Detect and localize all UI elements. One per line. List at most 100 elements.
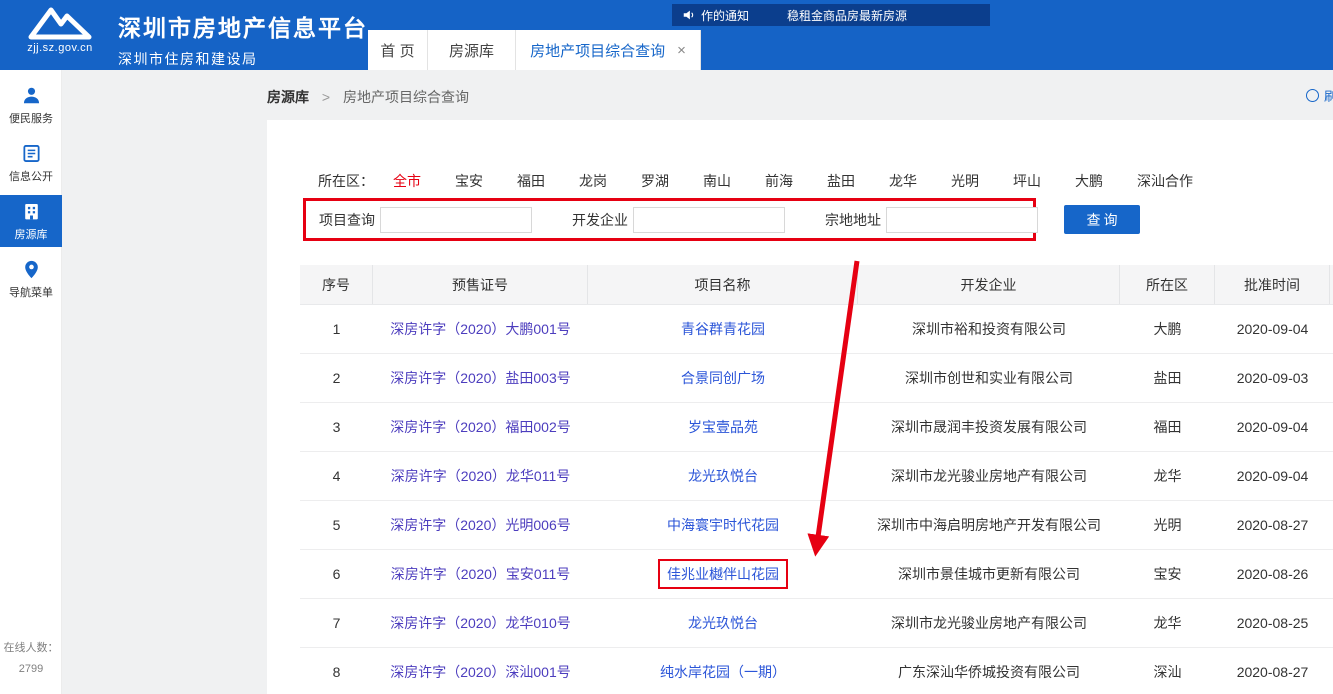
notice-text: 作的通知 xyxy=(701,7,749,24)
logo-mountain-icon xyxy=(25,5,95,41)
district-option[interactable]: 福田 xyxy=(517,171,545,191)
tab-label: 房源库 xyxy=(449,40,494,61)
cell-cert: 深房许字（2020）盐田003号 xyxy=(373,368,588,388)
tab-close-icon[interactable]: × xyxy=(677,43,686,58)
district-option[interactable]: 坪山 xyxy=(1013,171,1041,191)
presale-cert-link[interactable]: 深房许字（2020）福田002号 xyxy=(390,417,571,437)
presale-cert-link[interactable]: 深房许字（2020）宝安011号 xyxy=(391,564,570,584)
district-option[interactable]: 深汕合作 xyxy=(1137,171,1193,191)
cell-date: 2020-08-27 xyxy=(1215,664,1330,680)
cell-index: 2 xyxy=(300,370,373,386)
online-count: 2799 xyxy=(0,659,62,680)
cell-district: 宝安 xyxy=(1120,564,1215,584)
sidebar-item-label: 信息公开 xyxy=(9,168,53,184)
logo-domain: zjj.sz.gov.cn xyxy=(12,42,108,54)
search-input-1[interactable] xyxy=(633,207,785,233)
table-row: 6深房许字（2020）宝安011号佳兆业樾伴山花园深圳市景佳城市更新有限公司宝安… xyxy=(300,550,1333,599)
cell-cert: 深房许字（2020）大鹏001号 xyxy=(373,319,588,339)
cell-project: 龙光玖悦台 xyxy=(588,466,858,486)
project-name-link[interactable]: 龙光玖悦台 xyxy=(688,466,758,486)
district-option[interactable]: 全市 xyxy=(393,171,421,191)
column-header: 项目名称 xyxy=(588,265,858,304)
district-option[interactable]: 光明 xyxy=(951,171,979,191)
refresh-link[interactable]: 刷新 xyxy=(1306,86,1333,105)
app-subtitle: 深圳市住房和建设局 xyxy=(118,49,368,69)
speaker-icon xyxy=(682,8,696,22)
search-field-label: 开发企业 xyxy=(572,210,628,230)
search-field-group: 开发企业 xyxy=(572,207,785,233)
district-option[interactable]: 宝安 xyxy=(455,171,483,191)
project-name-link[interactable]: 岁宝壹品苑 xyxy=(688,417,758,437)
cell-developer: 深圳市景佳城市更新有限公司 xyxy=(858,564,1120,584)
cell-index: 7 xyxy=(300,615,373,631)
project-name-link[interactable]: 纯水岸花园（一期） xyxy=(660,662,786,682)
title-block: 深圳市房地产信息平台 深圳市住房和建设局 xyxy=(118,9,368,69)
search-input-0[interactable] xyxy=(380,207,532,233)
presale-cert-link[interactable]: 深房许字（2020）深汕001号 xyxy=(390,662,571,682)
cell-date: 2020-08-27 xyxy=(1215,517,1330,533)
cell-index: 5 xyxy=(300,517,373,533)
table-row: 7深房许字（2020）龙华010号龙光玖悦台深圳市龙光骏业房地产有限公司龙华20… xyxy=(300,599,1333,648)
sidebar-item-info-disclosure[interactable]: 信息公开 xyxy=(0,137,62,189)
district-option[interactable]: 龙岗 xyxy=(579,171,607,191)
cell-developer: 深圳市中海启明房地产开发有限公司 xyxy=(858,515,1120,535)
search-form: 项目查询开发企业宗地地址 xyxy=(303,198,1036,241)
tab-home[interactable]: 首 页 xyxy=(368,30,428,70)
project-name-link[interactable]: 佳兆业樾伴山花园 xyxy=(667,566,779,582)
presale-cert-link[interactable]: 深房许字（2020）光明006号 xyxy=(390,515,571,535)
presale-cert-link[interactable]: 深房许字（2020）大鹏001号 xyxy=(390,319,571,339)
project-name-link[interactable]: 中海寰宇时代花园 xyxy=(667,515,779,535)
annotation-highlight-box: 佳兆业樾伴山花园 xyxy=(658,559,788,589)
district-option[interactable]: 盐田 xyxy=(827,171,855,191)
project-name-link[interactable]: 龙光玖悦台 xyxy=(688,613,758,633)
cell-district: 龙华 xyxy=(1120,466,1215,486)
sidebar-item-nav-menu[interactable]: 导航菜单 xyxy=(0,253,62,305)
user-service-icon xyxy=(21,85,42,106)
search-input-2[interactable] xyxy=(886,207,1038,233)
tab-label: 房地产项目综合查询 xyxy=(530,40,665,61)
district-option[interactable]: 大鹏 xyxy=(1075,171,1103,191)
breadcrumb-current: 房地产项目综合查询 xyxy=(343,89,469,105)
table-row: 1深房许字（2020）大鹏001号青谷群青花园深圳市裕和投资有限公司大鹏2020… xyxy=(300,305,1333,354)
cell-developer: 深圳市龙光骏业房地产有限公司 xyxy=(858,613,1120,633)
cell-index: 4 xyxy=(300,468,373,484)
sidebar-item-convenient-services[interactable]: 便民服务 xyxy=(0,79,62,131)
column-header: 批准时间 xyxy=(1215,265,1330,304)
district-option[interactable]: 前海 xyxy=(765,171,793,191)
cell-developer: 深圳市创世和实业有限公司 xyxy=(858,368,1120,388)
cell-project: 纯水岸花园（一期） xyxy=(588,662,858,682)
column-header: 所在区 xyxy=(1120,265,1215,304)
cell-date: 2020-08-26 xyxy=(1215,566,1330,582)
tab-housing-library[interactable]: 房源库 xyxy=(428,30,516,70)
presale-cert-link[interactable]: 深房许字（2020）龙华011号 xyxy=(391,466,570,486)
district-option[interactable]: 南山 xyxy=(703,171,731,191)
tab-project-query[interactable]: 房地产项目综合查询 × xyxy=(516,30,701,70)
cell-district: 福田 xyxy=(1120,417,1215,437)
sidebar: 便民服务信息公开房源库导航菜单 在线人数： 2799 xyxy=(0,70,62,694)
district-filter: 所在区： 全市宝安福田龙岗罗湖南山前海盐田龙华光明坪山大鹏深汕合作 xyxy=(318,171,1227,191)
table-body: 1深房许字（2020）大鹏001号青谷群青花园深圳市裕和投资有限公司大鹏2020… xyxy=(300,305,1333,694)
district-filter-options: 全市 宝安 福田 龙岗 罗湖 南山 前海 盐田 龙华 光明 坪山 大鹏 深汕合作 xyxy=(393,171,1227,191)
project-name-link[interactable]: 合景同创广场 xyxy=(681,368,765,388)
district-option[interactable]: 罗湖 xyxy=(641,171,669,191)
site-logo[interactable]: zjj.sz.gov.cn xyxy=(12,5,108,54)
cell-date: 2020-09-04 xyxy=(1215,321,1330,337)
cell-developer: 广东深汕华侨城投资有限公司 xyxy=(858,662,1120,682)
project-name-link[interactable]: 青谷群青花园 xyxy=(681,319,765,339)
cell-cert: 深房许字（2020）光明006号 xyxy=(373,515,588,535)
presale-cert-link[interactable]: 深房许字（2020）龙华010号 xyxy=(390,613,571,633)
presale-cert-link[interactable]: 深房许字（2020）盐田003号 xyxy=(390,368,571,388)
query-button[interactable]: 查询 xyxy=(1064,205,1140,234)
results-table: 序号预售证号项目名称开发企业所在区批准时间 1深房许字（2020）大鹏001号青… xyxy=(300,265,1333,694)
breadcrumb-root[interactable]: 房源库 xyxy=(267,89,309,105)
district-option[interactable]: 龙华 xyxy=(889,171,917,191)
cell-project: 中海寰宇时代花园 xyxy=(588,515,858,535)
notice-bar: 作的通知 稳租金商品房最新房源 xyxy=(672,4,990,26)
cell-index: 3 xyxy=(300,419,373,435)
info-disclosure-icon xyxy=(21,143,42,164)
cell-index: 1 xyxy=(300,321,373,337)
cell-date: 2020-09-04 xyxy=(1215,419,1330,435)
cell-cert: 深房许字（2020）龙华010号 xyxy=(373,613,588,633)
sidebar-item-housing-library[interactable]: 房源库 xyxy=(0,195,62,247)
search-field-group: 宗地地址 xyxy=(825,207,1038,233)
